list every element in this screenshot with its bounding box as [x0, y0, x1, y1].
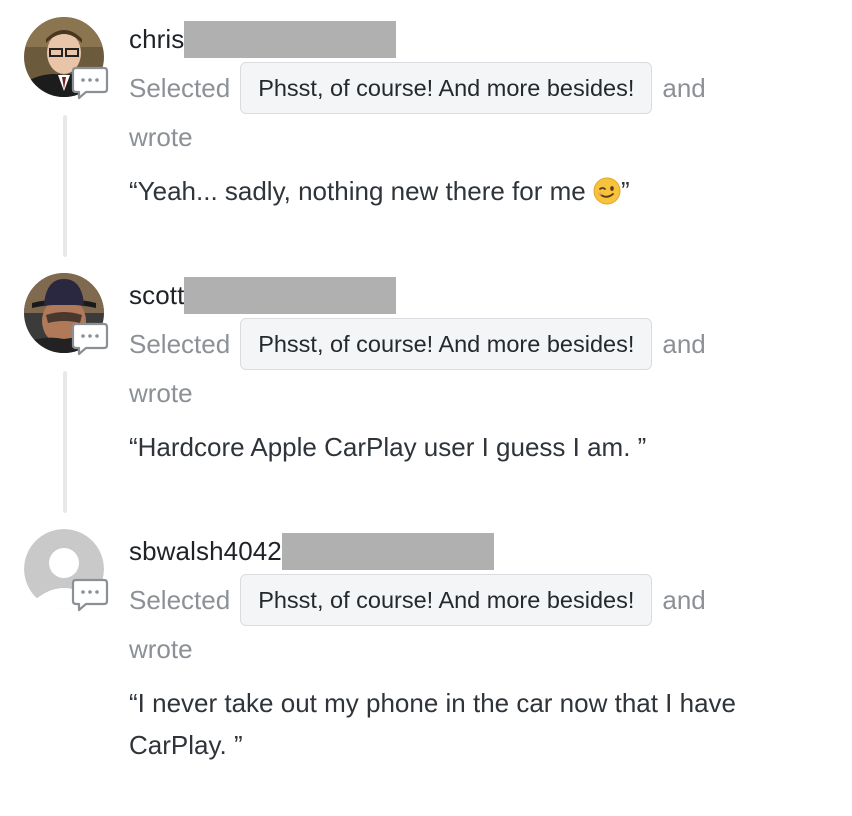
- username-row: sbwalsh4042: [129, 532, 494, 570]
- and-label: and: [662, 73, 706, 103]
- redacted-block: [184, 20, 397, 58]
- quote-text: “Yeah... sadly, nothing new there for me: [129, 176, 593, 206]
- quote-close: ”: [620, 176, 630, 206]
- comment-quote: “I never take out my phone in the car no…: [129, 682, 829, 766]
- selected-label: Selected: [129, 329, 231, 359]
- action-text: Selected Phsst, of course! And more besi…: [129, 574, 829, 664]
- username[interactable]: scott: [129, 280, 184, 311]
- action-text: Selected Phsst, of course! And more besi…: [129, 62, 829, 152]
- quote-line: “I never take out my phone in the car no…: [129, 688, 737, 718]
- selected-option-chip[interactable]: Phsst, of course! And more besides!: [240, 62, 653, 114]
- and-label: and: [662, 585, 706, 615]
- username-row: scott: [129, 276, 397, 314]
- avatar-container[interactable]: [24, 529, 109, 614]
- username-row: chris: [129, 20, 397, 58]
- redacted-block: [184, 276, 397, 314]
- wrote-label: wrote: [129, 378, 193, 408]
- username[interactable]: chris: [129, 24, 184, 55]
- and-label: and: [662, 329, 706, 359]
- selected-option-chip[interactable]: Phsst, of course! And more besides!: [240, 318, 653, 370]
- selected-option-chip[interactable]: Phsst, of course! And more besides!: [240, 574, 653, 626]
- avatar-container[interactable]: [24, 273, 109, 358]
- quote-line: CarPlay. ”: [129, 730, 243, 760]
- comment-feed: chris Selected Phsst, of course! And mor…: [0, 0, 852, 816]
- selected-label: Selected: [129, 585, 231, 615]
- comment-quote: “Hardcore Apple CarPlay user I guess I a…: [129, 432, 647, 462]
- thread-line: [63, 371, 67, 513]
- speech-bubble-icon: [71, 320, 109, 358]
- selected-label: Selected: [129, 73, 231, 103]
- thread-line: [63, 115, 67, 257]
- comment-quote: “Yeah... sadly, nothing new there for me…: [129, 170, 829, 212]
- speech-bubble-icon: [71, 576, 109, 614]
- winking-face-emoji: [593, 175, 621, 205]
- username[interactable]: sbwalsh4042: [129, 536, 282, 567]
- action-text: Selected Phsst, of course! And more besi…: [129, 318, 829, 408]
- avatar-container[interactable]: [24, 17, 109, 102]
- redacted-block: [281, 532, 494, 570]
- wrote-label: wrote: [129, 634, 193, 664]
- speech-bubble-icon: [71, 64, 109, 102]
- wrote-label: wrote: [129, 122, 193, 152]
